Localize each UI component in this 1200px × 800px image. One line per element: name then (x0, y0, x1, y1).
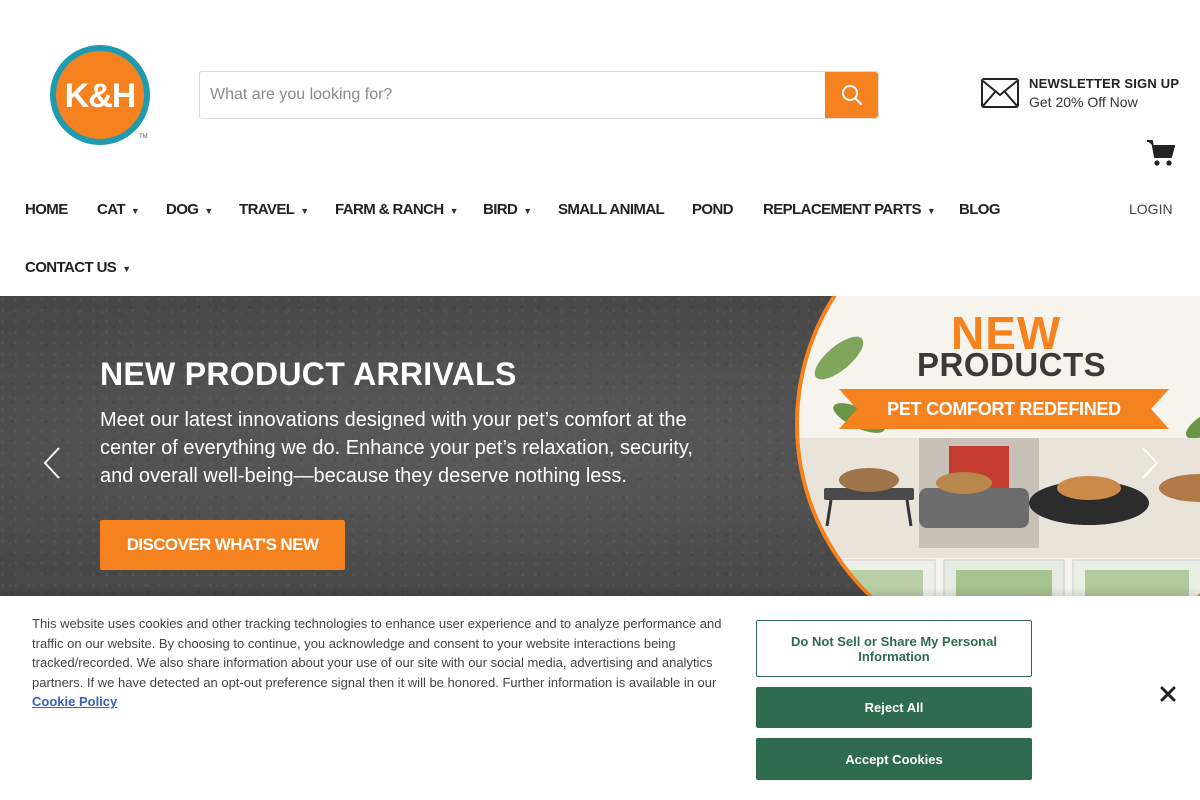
cookie-text-block: This website uses cookies and other trac… (32, 614, 722, 712)
cookie-policy-link[interactable]: Cookie Policy (32, 694, 117, 709)
chevron-down-icon: ▼ (300, 205, 309, 216)
kh-logo[interactable]: K&H TM (47, 42, 153, 148)
search-button[interactable] (825, 72, 878, 118)
nav-travel[interactable]: TRAVEL ▼ (239, 201, 309, 218)
search-input[interactable] (200, 72, 825, 118)
chevron-left-icon[interactable] (42, 446, 62, 480)
svg-text:K&H: K&H (65, 77, 136, 115)
hero-title: NEW PRODUCT ARRIVALS (100, 356, 517, 392)
promo-products-text: PRODUCTS (917, 346, 1107, 383)
chevron-down-icon: ▼ (523, 205, 532, 216)
do-not-sell-button[interactable]: Do Not Sell or Share My Personal Informa… (756, 620, 1032, 677)
nav-cat[interactable]: CAT ▼ (97, 201, 140, 218)
chevron-down-icon: ▼ (449, 205, 459, 216)
discover-button[interactable]: DISCOVER WHAT'S NEW (100, 520, 345, 570)
nav-replacement-parts-label: REPLACEMENT PARTS (763, 201, 921, 218)
nav-pond[interactable]: POND (692, 201, 734, 218)
nav-farm-ranch-label: FARM & RANCH (335, 201, 444, 218)
nav-dog[interactable]: DOG ▼ (166, 201, 213, 218)
nav-bird[interactable]: BIRD ▼ (483, 201, 532, 218)
nav-dog-label: DOG (166, 201, 199, 218)
search-icon (841, 85, 862, 106)
accept-cookies-button[interactable]: Accept Cookies (756, 738, 1032, 780)
chevron-down-icon: ▼ (926, 205, 936, 216)
reject-all-button[interactable]: Reject All (756, 687, 1032, 728)
chevron-down-icon: ▼ (204, 205, 213, 216)
nav-small-animal-label: SMALL ANIMAL (558, 201, 665, 218)
cart-icon[interactable] (1146, 139, 1176, 167)
nav-pond-label: POND (692, 201, 734, 218)
nav-home[interactable]: HOME (25, 201, 68, 218)
nav-farm-ranch[interactable]: FARM & RANCH ▼ (335, 201, 459, 218)
chevron-right-icon[interactable] (1140, 446, 1160, 480)
cookie-banner: This website uses cookies and other trac… (0, 596, 1200, 800)
hero-description: Meet our latest innovations designed wit… (100, 409, 693, 487)
promo-ribbon-text: PET COMFORT REDEFINED (887, 398, 1121, 419)
svg-text:TM: TM (139, 134, 148, 140)
nav-bird-label: BIRD (483, 201, 518, 218)
site-header: K&H TM NEWSLETTER SIGN UP Get 20% Off No… (0, 0, 1200, 190)
cookie-text: This website uses cookies and other trac… (32, 616, 722, 690)
nav-home-label: HOME (25, 201, 68, 218)
login-link[interactable]: LOGIN (1129, 201, 1173, 217)
nav-blog[interactable]: BLOG (959, 201, 1001, 218)
chevron-down-icon: ▼ (130, 205, 140, 216)
nav-blog-label: BLOG (959, 201, 1001, 218)
chevron-down-icon: ▼ (122, 263, 131, 274)
nav-contact-us-label: CONTACT US (25, 259, 117, 276)
hero-banner: NEW PRODUCT ARRIVALS Meet our latest inn… (0, 296, 1200, 596)
newsletter-subtitle: Get 20% Off Now (1029, 94, 1138, 110)
mail-icon (981, 78, 1019, 108)
search-bar (199, 71, 879, 119)
newsletter-signup[interactable]: NEWSLETTER SIGN UP Get 20% Off Now (981, 76, 1179, 110)
newsletter-title: NEWSLETTER SIGN UP (1029, 76, 1180, 91)
nav-contact-us[interactable]: CONTACT US ▼ (25, 259, 131, 276)
nav-replacement-parts[interactable]: REPLACEMENT PARTS ▼ (763, 201, 936, 218)
nav-cat-label: CAT (97, 201, 126, 218)
close-icon[interactable] (1158, 684, 1178, 704)
nav-small-animal[interactable]: SMALL ANIMAL (558, 201, 665, 218)
nav-travel-label: TRAVEL (239, 201, 295, 218)
